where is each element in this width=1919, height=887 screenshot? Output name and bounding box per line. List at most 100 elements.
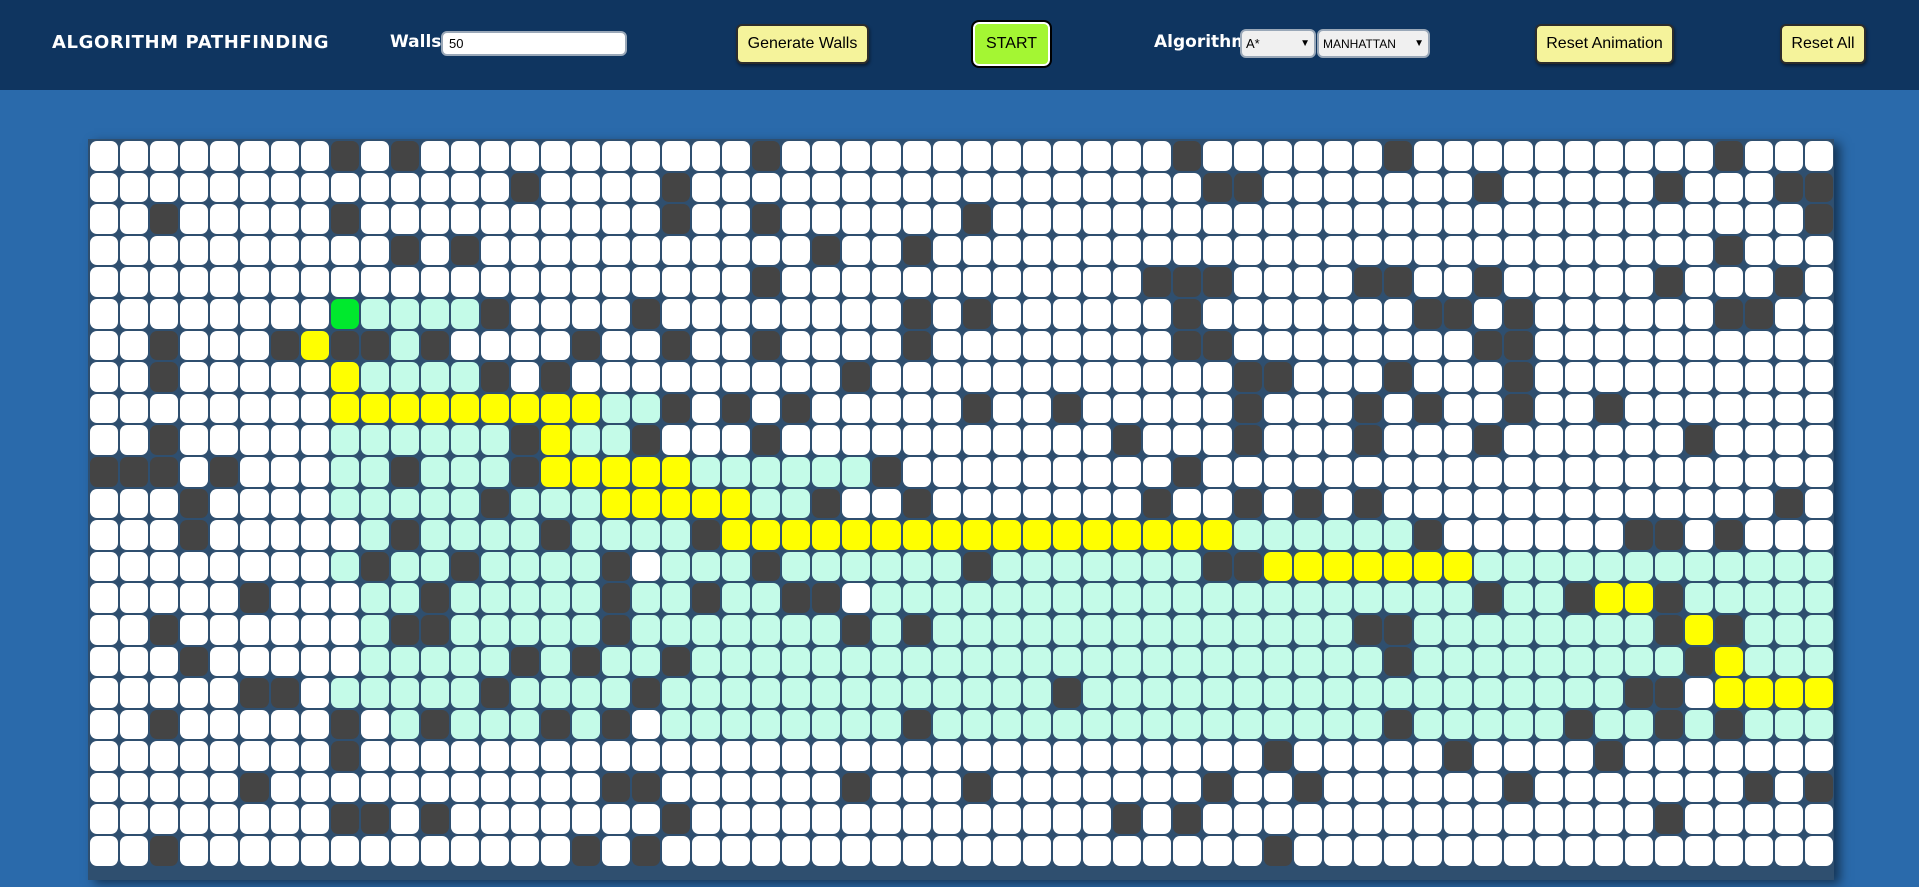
grid-cell-empty[interactable] xyxy=(1083,804,1112,835)
grid-cell-empty[interactable] xyxy=(300,488,329,519)
grid-cell-empty[interactable] xyxy=(842,298,871,329)
grid-cell-visited[interactable] xyxy=(782,614,811,645)
algorithm-select[interactable]: A* ▼ xyxy=(1240,29,1316,58)
grid-cell-empty[interactable] xyxy=(150,804,179,835)
grid-cell-empty[interactable] xyxy=(1293,393,1322,424)
grid-cell-path[interactable] xyxy=(631,488,660,519)
grid-cell-empty[interactable] xyxy=(1594,330,1623,361)
grid-cell-path[interactable] xyxy=(1053,520,1082,550)
grid-cell-empty[interactable] xyxy=(902,741,931,771)
grid-cell-empty[interactable] xyxy=(90,772,119,803)
grid-cell-empty[interactable] xyxy=(180,583,209,613)
grid-cell-empty[interactable] xyxy=(210,804,239,835)
grid-cell-wall[interactable] xyxy=(631,425,660,455)
grid-cell-visited[interactable] xyxy=(932,646,961,677)
grid-cell-wall[interactable] xyxy=(150,836,179,866)
grid-cell-empty[interactable] xyxy=(1414,204,1443,234)
grid-cell-empty[interactable] xyxy=(270,425,299,455)
grid-cell-empty[interactable] xyxy=(1805,362,1834,392)
grid-cell-visited[interactable] xyxy=(1384,583,1413,613)
grid-cell-empty[interactable] xyxy=(812,141,841,171)
grid-cell-empty[interactable] xyxy=(1715,804,1744,835)
grid-cell-empty[interactable] xyxy=(932,267,961,297)
grid-cell-visited[interactable] xyxy=(782,456,811,487)
grid-cell-wall[interactable] xyxy=(511,456,540,487)
grid-cell-path[interactable] xyxy=(1384,551,1413,582)
grid-cell-empty[interactable] xyxy=(120,804,149,835)
grid-cell-empty[interactable] xyxy=(1323,362,1352,392)
grid-cell-wall[interactable] xyxy=(1353,425,1383,455)
grid-cell-visited[interactable] xyxy=(661,551,690,582)
grid-cell-empty[interactable] xyxy=(360,836,389,866)
grid-cell-empty[interactable] xyxy=(842,172,871,203)
grid-cell-empty[interactable] xyxy=(1022,298,1051,329)
grid-cell-empty[interactable] xyxy=(240,836,269,866)
grid-cell-empty[interactable] xyxy=(1684,235,1714,266)
grid-cell-visited[interactable] xyxy=(1263,678,1292,708)
grid-cell-visited[interactable] xyxy=(1233,709,1262,740)
grid-cell-empty[interactable] xyxy=(1745,393,1774,424)
grid-cell-empty[interactable] xyxy=(782,836,811,866)
grid-cell-visited[interactable] xyxy=(1474,678,1503,708)
grid-cell-empty[interactable] xyxy=(1384,330,1413,361)
grid-cell-empty[interactable] xyxy=(210,709,239,740)
grid-cell-visited[interactable] xyxy=(390,362,420,392)
grid-cell-empty[interactable] xyxy=(451,267,480,297)
grid-cell-visited[interactable] xyxy=(481,456,510,487)
grid-cell-wall[interactable] xyxy=(1654,804,1683,835)
grid-cell-empty[interactable] xyxy=(1775,362,1804,392)
grid-cell-empty[interactable] xyxy=(90,551,119,582)
grid-cell-empty[interactable] xyxy=(872,836,901,866)
grid-cell-empty[interactable] xyxy=(481,235,510,266)
grid-cell-empty[interactable] xyxy=(270,709,299,740)
grid-cell-visited[interactable] xyxy=(601,393,630,424)
grid-cell-empty[interactable] xyxy=(150,678,179,708)
grid-cell-empty[interactable] xyxy=(1684,393,1714,424)
grid-cell-empty[interactable] xyxy=(1444,362,1473,392)
grid-cell-empty[interactable] xyxy=(210,741,239,771)
grid-cell-empty[interactable] xyxy=(601,330,630,361)
grid-cell-wall[interactable] xyxy=(150,204,179,234)
grid-cell-empty[interactable] xyxy=(1504,172,1533,203)
grid-cell-visited[interactable] xyxy=(782,488,811,519)
grid-cell-empty[interactable] xyxy=(1083,488,1112,519)
grid-cell-path[interactable] xyxy=(390,393,420,424)
grid-cell-visited[interactable] xyxy=(360,425,389,455)
grid-cell-empty[interactable] xyxy=(1444,393,1473,424)
grid-cell-empty[interactable] xyxy=(1293,836,1322,866)
grid-cell-empty[interactable] xyxy=(1534,836,1563,866)
grid-cell-visited[interactable] xyxy=(1083,614,1112,645)
grid-cell-visited[interactable] xyxy=(812,678,841,708)
grid-cell-empty[interactable] xyxy=(1233,741,1262,771)
grid-cell-visited[interactable] xyxy=(1444,614,1473,645)
grid-cell-empty[interactable] xyxy=(1353,204,1383,234)
grid-cell-empty[interactable] xyxy=(601,362,630,392)
grid-cell-path[interactable] xyxy=(1594,583,1623,613)
grid-cell-empty[interactable] xyxy=(782,804,811,835)
grid-cell-empty[interactable] xyxy=(1293,456,1322,487)
grid-cell-path[interactable] xyxy=(962,520,991,550)
grid-cell-visited[interactable] xyxy=(1444,709,1473,740)
grid-cell-visited[interactable] xyxy=(1504,614,1533,645)
grid-cell-visited[interactable] xyxy=(872,678,901,708)
grid-cell-wall[interactable] xyxy=(1384,267,1413,297)
grid-cell-visited[interactable] xyxy=(481,551,510,582)
grid-cell-empty[interactable] xyxy=(1203,393,1232,424)
grid-cell-empty[interactable] xyxy=(1444,772,1473,803)
grid-cell-empty[interactable] xyxy=(992,772,1021,803)
grid-cell-visited[interactable] xyxy=(360,298,389,329)
grid-cell-visited[interactable] xyxy=(1534,614,1563,645)
grid-cell-empty[interactable] xyxy=(90,678,119,708)
grid-cell-empty[interactable] xyxy=(1624,836,1653,866)
grid-cell-empty[interactable] xyxy=(1684,172,1714,203)
grid-cell-empty[interactable] xyxy=(481,804,510,835)
grid-cell-visited[interactable] xyxy=(1684,551,1714,582)
grid-cell-empty[interactable] xyxy=(240,362,269,392)
grid-cell-wall[interactable] xyxy=(1203,772,1232,803)
start-button[interactable]: START xyxy=(971,20,1052,68)
grid-cell-wall[interactable] xyxy=(782,393,811,424)
grid-cell-wall[interactable] xyxy=(1233,425,1262,455)
grid-cell-visited[interactable] xyxy=(1745,551,1774,582)
grid-cell-visited[interactable] xyxy=(631,583,660,613)
grid-cell-empty[interactable] xyxy=(1263,393,1292,424)
